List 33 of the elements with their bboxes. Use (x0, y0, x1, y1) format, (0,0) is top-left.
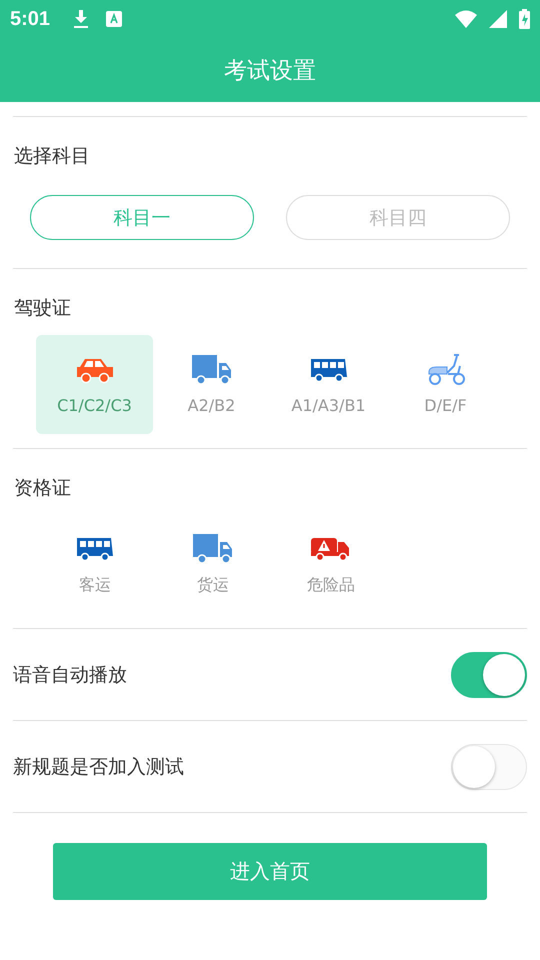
vehicle-option[interactable]: 客运 (36, 515, 154, 614)
section-label: 选择科目 (13, 144, 91, 169)
page-title: 考试设置 (224, 56, 316, 86)
enter-home-button[interactable]: 进入首页 (53, 843, 487, 900)
keyboard-icon (106, 11, 122, 27)
setting-label: 语音自动播放 (13, 662, 127, 688)
status-time: 5:01 (10, 8, 50, 30)
subject-option[interactable]: 科目一 (30, 195, 254, 240)
vehicle-label: 客运 (79, 575, 111, 596)
vehicle-label: D/E/F (424, 396, 467, 415)
vehicle-label: C1/C2/C3 (57, 396, 132, 415)
truck-icon (193, 533, 233, 565)
section-label: 资格证 (13, 476, 72, 501)
battery-icon (519, 9, 530, 29)
vehicle-label: 货运 (197, 575, 229, 596)
download-icon (72, 9, 90, 29)
setting-label: 新规题是否加入测试 (13, 754, 184, 780)
subject-option[interactable]: 科目四 (286, 195, 510, 240)
vehicle-option[interactable]: 危险品 (272, 515, 390, 614)
vehicle-label: A1/A3/B1 (291, 396, 366, 415)
toggle-switch[interactable] (451, 652, 527, 698)
vehicle-option[interactable]: D/E/F (387, 335, 504, 434)
truck-icon (192, 354, 232, 386)
section-label: 驾驶证 (13, 296, 72, 321)
vehicle-option[interactable]: A1/A3/B1 (270, 335, 387, 434)
vehicle-label: A2/B2 (188, 396, 236, 415)
wifi-icon (455, 10, 477, 28)
vehicle-option[interactable]: 货运 (154, 515, 272, 614)
vehicle-option[interactable]: A2/B2 (153, 335, 270, 434)
signal-icon (489, 10, 507, 28)
scooter-icon (426, 354, 466, 386)
vehicle-option[interactable]: C1/C2/C3 (36, 335, 153, 434)
vehicle-label: 危险品 (307, 575, 355, 596)
